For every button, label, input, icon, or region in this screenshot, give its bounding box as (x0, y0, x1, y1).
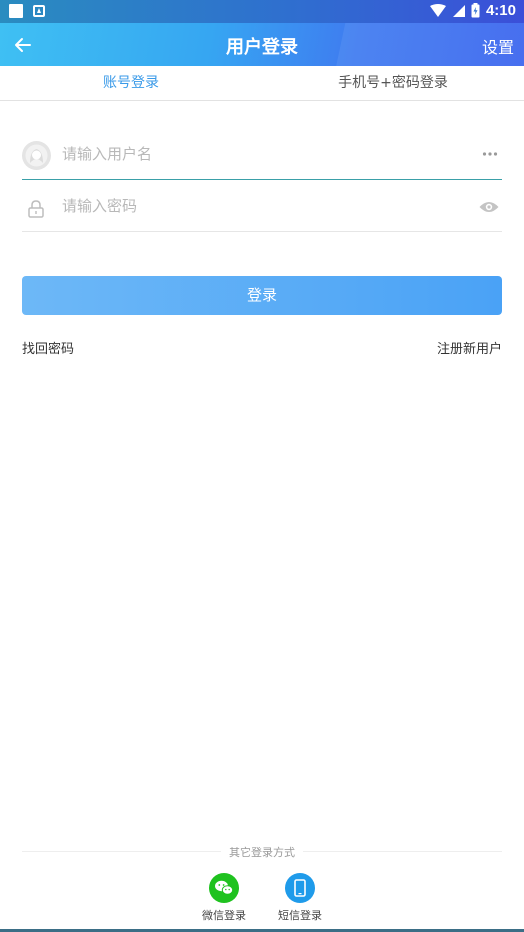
user-avatar-icon (22, 141, 51, 170)
tab-account-login[interactable]: 账号登录 (0, 66, 262, 100)
username-input[interactable] (62, 140, 452, 168)
settings-button[interactable]: 设置 (482, 34, 514, 58)
status-bar: 4:10 (0, 0, 524, 23)
wechat-login-label: 微信登录 (202, 909, 246, 922)
notification-app-icon (33, 5, 45, 17)
status-system: 4:10 (429, 2, 516, 19)
other-login-title: 其它登录方式 (0, 844, 524, 860)
username-field (22, 128, 502, 180)
wechat-icon (209, 873, 239, 903)
other-login-title-text: 其它登录方式 (221, 846, 303, 859)
phone-icon (285, 873, 315, 903)
more-dots-icon[interactable] (482, 151, 498, 157)
wechat-login-button[interactable]: 微信登录 (194, 873, 254, 923)
status-time: 4:10 (485, 2, 516, 19)
login-tabs: 账号登录 手机号+密码登录 (0, 66, 524, 101)
forgot-password-link[interactable]: 找回密码 (22, 338, 74, 357)
password-field (22, 180, 502, 232)
signal-icon (452, 4, 465, 17)
tab-phone-password-login[interactable]: 手机号+密码登录 (262, 66, 524, 100)
lock-icon (28, 200, 44, 218)
status-notifications (9, 4, 45, 18)
page-title: 用户登录 (226, 37, 298, 58)
eye-icon[interactable] (479, 201, 499, 213)
sms-login-button[interactable]: 短信登录 (270, 873, 330, 923)
notification-square-icon (9, 4, 23, 18)
sms-login-label: 短信登录 (278, 909, 322, 922)
login-button[interactable]: 登录 (22, 276, 502, 315)
battery-icon (471, 3, 480, 18)
wifi-icon (429, 3, 446, 17)
register-link[interactable]: 注册新用户 (437, 338, 502, 357)
password-input[interactable] (62, 192, 452, 220)
app-bar: 用户登录 设置 (0, 23, 524, 66)
